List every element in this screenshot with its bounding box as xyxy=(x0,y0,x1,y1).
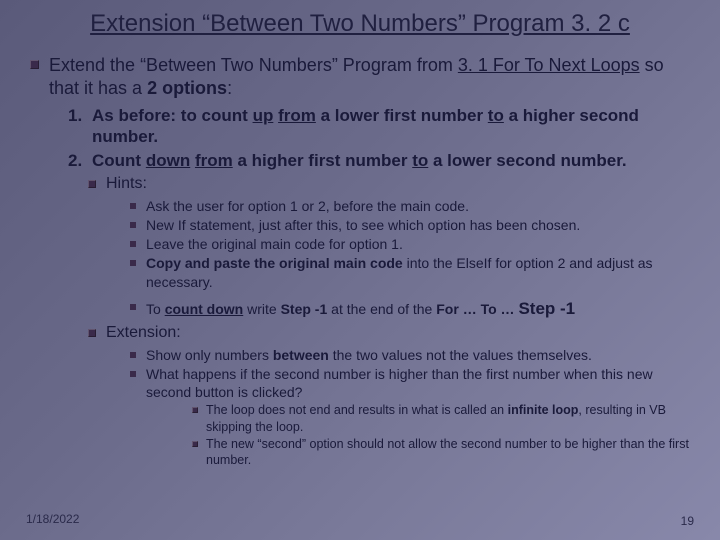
footer-date: 1/18/2022 xyxy=(26,512,79,526)
option-item: 2. Count down from a higher first number… xyxy=(68,150,690,171)
slide-title: Extension “Between Two Numbers” Program … xyxy=(30,10,690,38)
intro-bullet: Extend the “Between Two Numbers” Program… xyxy=(30,54,690,99)
bullet-icon xyxy=(88,329,96,337)
hint-item: Leave the original main code for option … xyxy=(130,235,690,253)
hint-item: Ask the user for option 1 or 2, before t… xyxy=(130,197,690,215)
bullet-icon xyxy=(130,222,136,228)
option-item: 1. As before: to count up from a lower f… xyxy=(68,105,690,148)
bullet-icon xyxy=(192,441,198,447)
extension-item: What happens if the second number is hig… xyxy=(130,365,690,401)
bullet-icon xyxy=(130,371,136,377)
bullet-icon xyxy=(130,304,136,310)
deep-item: The loop does not end and results in wha… xyxy=(192,402,690,435)
intro-text: Extend the “Between Two Numbers” Program… xyxy=(49,54,690,99)
bullet-icon xyxy=(130,203,136,209)
extension-item: Show only numbers between the two values… xyxy=(130,346,690,364)
hint-step-item: To count down write Step -1 at the end o… xyxy=(130,298,690,320)
deep-list: The loop does not end and results in wha… xyxy=(30,402,690,468)
bullet-icon xyxy=(130,260,136,266)
intro-link: 3. 1 For To Next Loops xyxy=(458,55,640,75)
hints-list: Ask the user for option 1 or 2, before t… xyxy=(30,197,690,320)
deep-item: The new “second” option should not allow… xyxy=(192,436,690,469)
bullet-icon xyxy=(30,60,39,69)
footer-page-number: 19 xyxy=(681,514,694,528)
hint-item: Copy and paste the original main code in… xyxy=(130,254,690,290)
slide: Extension “Between Two Numbers” Program … xyxy=(0,0,720,540)
hint-item: New If statement, just after this, to se… xyxy=(130,216,690,234)
bullet-icon xyxy=(130,352,136,358)
bullet-icon xyxy=(130,241,136,247)
extension-label: Extension: xyxy=(30,324,690,342)
hints-label: Hints: xyxy=(30,175,690,193)
bullet-icon xyxy=(192,407,198,413)
bullet-icon xyxy=(88,180,96,188)
extension-list: Show only numbers between the two values… xyxy=(30,346,690,402)
options-list: 1. As before: to count up from a lower f… xyxy=(30,105,690,171)
